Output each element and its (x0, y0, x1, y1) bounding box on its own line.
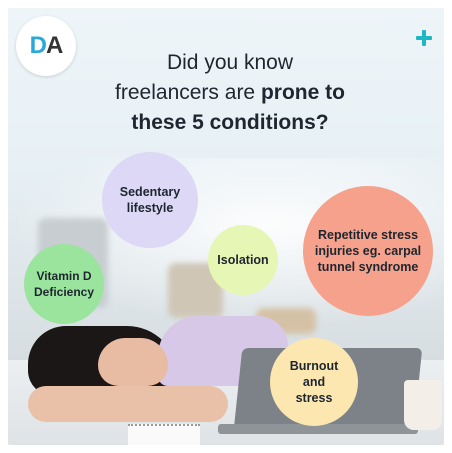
logo-a: A (46, 32, 63, 59)
bubble-burnout: Burnout and stress (270, 338, 358, 426)
bubble-isolation-label: Isolation (217, 253, 269, 267)
headline-line3: these 5 conditions? (80, 108, 380, 138)
headline-line2-bold: prone to (260, 81, 345, 104)
bubble-sedentary-label: Sedentary lifestyle (119, 185, 181, 215)
bubble-isolation: Isolation (208, 225, 278, 295)
bubble-sedentary: Sedentary lifestyle (102, 152, 198, 248)
bubble-vitamin-label: Vitamin D Deficiency (33, 269, 95, 299)
headline: Did you know freelancers are prone to th… (80, 48, 380, 138)
logo-badge: DA (16, 16, 76, 76)
bubble-repetitive-stress: Repetitive stress injuries eg. carpal tu… (303, 186, 433, 316)
bubble-repetitive-label: Repetitive stress injuries eg. carpal tu… (314, 228, 422, 274)
logo-text: DA (29, 32, 64, 60)
bubble-burnout-label: Burnout and stress (289, 359, 339, 405)
plus-icon (416, 30, 432, 46)
woman-arm (28, 386, 228, 422)
coffee-cup (404, 380, 442, 430)
bubble-vitamin-d: Vitamin D Deficiency (24, 244, 104, 324)
headline-line2-plain: freelancers are (115, 81, 261, 104)
notebook (128, 424, 200, 445)
woman-face (98, 338, 168, 386)
logo-d: D (29, 32, 47, 59)
headline-line3-bold: these 5 conditions? (131, 111, 329, 134)
headline-line1: Did you know (166, 51, 294, 74)
headline-line2: freelancers are prone to (80, 78, 380, 108)
